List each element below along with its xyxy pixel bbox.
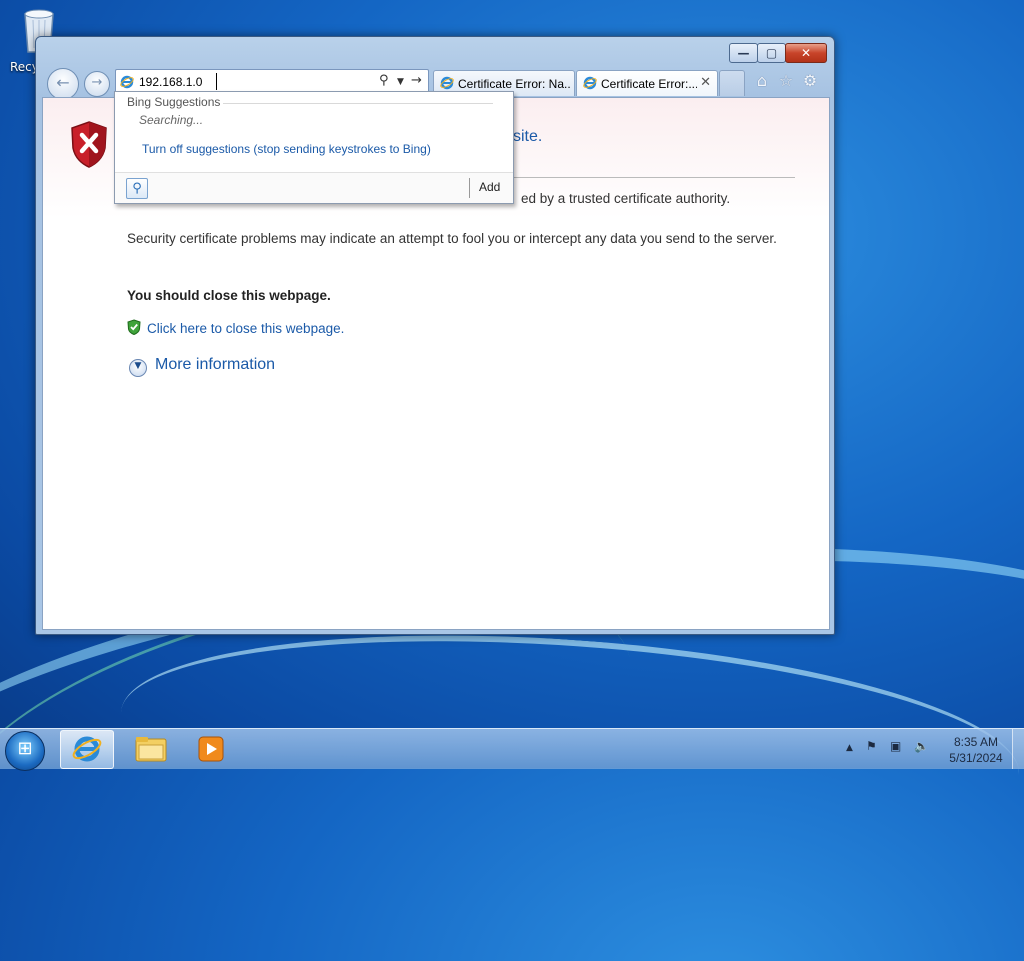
bing-search-button[interactable]: ⚲ bbox=[126, 178, 148, 199]
internet-explorer-icon bbox=[72, 736, 102, 762]
taskbar-windows-explorer[interactable] bbox=[125, 730, 177, 767]
back-arrow-icon: ← bbox=[56, 73, 70, 92]
chevron-down-icon: ▼ bbox=[134, 361, 142, 371]
error-shield-icon bbox=[71, 121, 107, 168]
media-player-icon bbox=[198, 736, 224, 762]
close-webpage-link[interactable]: Click here to close this webpage. bbox=[147, 321, 344, 336]
minimize-icon: — bbox=[737, 46, 750, 60]
divider bbox=[223, 103, 493, 104]
close-window-button[interactable]: ✕ bbox=[785, 43, 827, 63]
favorites-star-icon[interactable]: ☆ bbox=[776, 71, 796, 91]
settings-gear-icon[interactable]: ⚙ bbox=[800, 71, 820, 91]
action-center-flag-icon[interactable]: ⚑ bbox=[866, 739, 877, 753]
ie-tab-icon bbox=[583, 76, 597, 90]
address-suggestions-dropdown: Bing Suggestions Searching... Turn off s… bbox=[114, 91, 514, 204]
divider bbox=[469, 178, 470, 198]
taskbar-internet-explorer[interactable] bbox=[60, 730, 114, 769]
start-button[interactable]: ⊞ bbox=[5, 731, 45, 771]
new-tab-button[interactable] bbox=[719, 70, 745, 96]
folder-icon bbox=[135, 737, 167, 762]
taskbar: ⊞ ▲ ⚑ ▣ 🔈 8:35 AM 5/31/2024 bbox=[0, 728, 1024, 771]
security-warning-text: Security certificate problems may indica… bbox=[127, 231, 777, 246]
more-information-link[interactable]: More information bbox=[155, 356, 275, 374]
maximize-button[interactable]: ▢ bbox=[757, 43, 786, 63]
ie-page-icon bbox=[120, 75, 134, 89]
show-desktop-button[interactable] bbox=[1012, 729, 1024, 769]
windows-logo-icon: ⊞ bbox=[17, 738, 33, 759]
network-icon[interactable]: ▣ bbox=[890, 739, 901, 753]
minimize-button[interactable]: — bbox=[729, 43, 758, 63]
restore-icon: ▢ bbox=[765, 46, 778, 60]
turn-off-suggestions-link[interactable]: Turn off suggestions (stop sending keyst… bbox=[142, 142, 431, 156]
volume-muted-icon[interactable]: 🔈 bbox=[914, 739, 929, 753]
close-tab-icon[interactable]: ✕ bbox=[700, 75, 711, 90]
suggestions-footer: ⚲ Add bbox=[115, 172, 513, 203]
tab-title: Certificate Error: Na... bbox=[458, 77, 570, 91]
clock-date: 5/31/2024 bbox=[949, 751, 1003, 765]
searching-status: Searching... bbox=[139, 113, 204, 127]
text-cursor bbox=[216, 73, 223, 90]
forward-arrow-icon: → bbox=[91, 75, 103, 90]
tab-certificate-error-2[interactable]: Certificate Error:... ✕ bbox=[576, 70, 718, 96]
clock-time: 8:35 AM bbox=[953, 735, 999, 749]
forward-button[interactable]: → bbox=[84, 71, 110, 97]
green-shield-check-icon bbox=[127, 319, 141, 335]
close-icon: ✕ bbox=[800, 46, 812, 60]
add-search-provider-button[interactable]: Add bbox=[479, 180, 500, 194]
address-input[interactable]: 192.168.1.0 bbox=[139, 75, 202, 89]
back-button[interactable]: ← bbox=[47, 68, 79, 100]
advice-text: You should close this webpage. bbox=[127, 288, 331, 303]
show-hidden-icons-button[interactable]: ▲ bbox=[846, 743, 853, 753]
taskbar-media-player[interactable] bbox=[185, 730, 237, 767]
go-arrow-icon[interactable]: → bbox=[411, 73, 422, 88]
search-icon[interactable]: ⚲ bbox=[379, 73, 389, 88]
ie-tab-icon bbox=[440, 76, 454, 90]
bing-suggestions-header: Bing Suggestions bbox=[127, 95, 221, 109]
system-clock[interactable]: 8:35 AM 5/31/2024 bbox=[940, 734, 1012, 766]
error-title: site. bbox=[513, 128, 543, 145]
chevron-down-icon[interactable]: ▼ bbox=[397, 77, 404, 87]
tab-title: Certificate Error:... bbox=[601, 77, 697, 91]
expand-chevron-icon[interactable]: ▼ bbox=[129, 359, 147, 377]
certificate-text: ed by a trusted certificate authority. bbox=[521, 191, 731, 206]
home-icon[interactable]: ⌂ bbox=[752, 71, 772, 91]
search-icon: ⚲ bbox=[132, 181, 142, 196]
